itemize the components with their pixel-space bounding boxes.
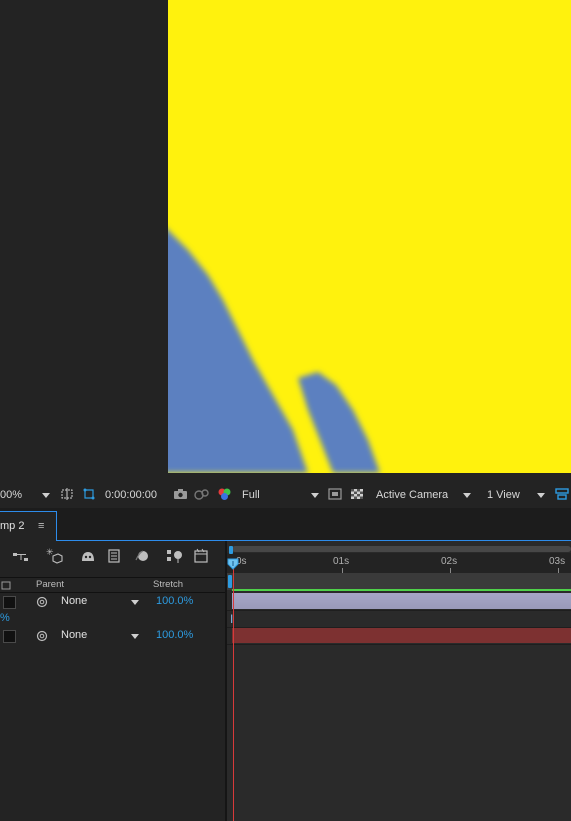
row-separator xyxy=(227,610,571,611)
fast-preview-icon[interactable] xyxy=(328,487,343,501)
stretch-value[interactable]: 100.0% xyxy=(156,595,193,607)
composition-frame[interactable] xyxy=(168,0,571,473)
layer-row-1[interactable]: None 100.0% xyxy=(0,594,226,610)
comp-flowchart-icon[interactable] xyxy=(12,549,30,563)
view-layout-dropdown[interactable]: 1 View xyxy=(487,489,520,501)
mask-path-visibility-icon[interactable] xyxy=(82,487,96,501)
playhead-line xyxy=(233,566,234,821)
row-separator xyxy=(227,644,571,645)
zoom-dropdown-arrow[interactable] xyxy=(42,493,50,498)
ruler-label-02s: 02s xyxy=(441,556,458,567)
panel-menu-icon[interactable]: ≡ xyxy=(38,520,44,532)
camera-view-dropdown-arrow[interactable] xyxy=(463,493,471,498)
share-view-options-icon[interactable] xyxy=(555,487,571,501)
current-time-display[interactable]: 0:00:00:00 xyxy=(105,489,157,501)
draft-3d-icon[interactable]: ✳ xyxy=(45,547,63,565)
column-header: Parent Stretch xyxy=(0,577,226,593)
time-navigator[interactable] xyxy=(232,546,571,552)
cache-indicator xyxy=(232,589,571,591)
time-ruler[interactable] xyxy=(227,553,571,573)
work-area-start-handle[interactable] xyxy=(227,573,235,590)
transparency-grid-icon[interactable] xyxy=(350,487,365,501)
layer-row-2[interactable]: None 100.0% xyxy=(0,628,226,644)
show-snapshot-icon[interactable] xyxy=(194,487,210,501)
resolution-dropdown[interactable]: Full xyxy=(242,489,260,501)
graph-editor-icon[interactable] xyxy=(166,548,184,564)
zoom-dropdown[interactable]: 00% xyxy=(0,489,22,501)
frame-blending-icon[interactable] xyxy=(107,548,123,564)
parent-pickwhip-icon[interactable] xyxy=(36,596,48,608)
layer-color-swatch[interactable] xyxy=(3,596,16,609)
parent-dropdown-arrow[interactable] xyxy=(131,600,139,605)
tab-label: mp 2 xyxy=(0,520,25,532)
lock-column-icon xyxy=(1,581,11,590)
work-area-bar[interactable] xyxy=(227,573,571,590)
property-value[interactable]: % xyxy=(0,612,10,624)
text-cursor-icon: I xyxy=(230,612,234,626)
parent-column-header[interactable]: Parent xyxy=(36,579,64,590)
ruler-label-01s: 01s xyxy=(333,556,350,567)
color-channel-icon[interactable] xyxy=(216,487,234,502)
snapshot-icon[interactable] xyxy=(173,487,188,501)
motion-blur-icon[interactable] xyxy=(134,548,150,564)
property-row: % xyxy=(0,611,226,627)
view-layout-dropdown-arrow[interactable] xyxy=(537,493,545,498)
resolution-dropdown-arrow[interactable] xyxy=(311,493,319,498)
timeline-tab-bar xyxy=(0,508,571,541)
render-queue-icon[interactable] xyxy=(193,548,209,564)
ruler-label-03s: 03s xyxy=(549,556,566,567)
parent-dropdown[interactable]: None xyxy=(61,629,87,641)
playhead-icon[interactable] xyxy=(227,546,241,572)
stretch-value[interactable]: 100.0% xyxy=(156,629,193,641)
region-of-interest-icon[interactable] xyxy=(60,487,74,501)
layer-color-swatch[interactable] xyxy=(3,630,16,643)
parent-pickwhip-icon[interactable] xyxy=(36,630,48,642)
parent-dropdown[interactable]: None xyxy=(61,595,87,607)
viewer-toolbar: 00% 0:00:00:00 Full Active Camera 1 View xyxy=(0,482,571,509)
layer-artwork xyxy=(168,230,380,473)
shy-layers-icon[interactable] xyxy=(80,548,96,564)
layer-1-duration-bar[interactable] xyxy=(232,593,571,609)
stretch-column-header[interactable]: Stretch xyxy=(153,579,183,590)
camera-view-dropdown[interactable]: Active Camera xyxy=(376,489,448,501)
tab-comp-2[interactable]: mp 2 ≡ xyxy=(0,511,57,541)
parent-dropdown-arrow[interactable] xyxy=(131,634,139,639)
layer-2-duration-bar[interactable] xyxy=(232,628,571,643)
